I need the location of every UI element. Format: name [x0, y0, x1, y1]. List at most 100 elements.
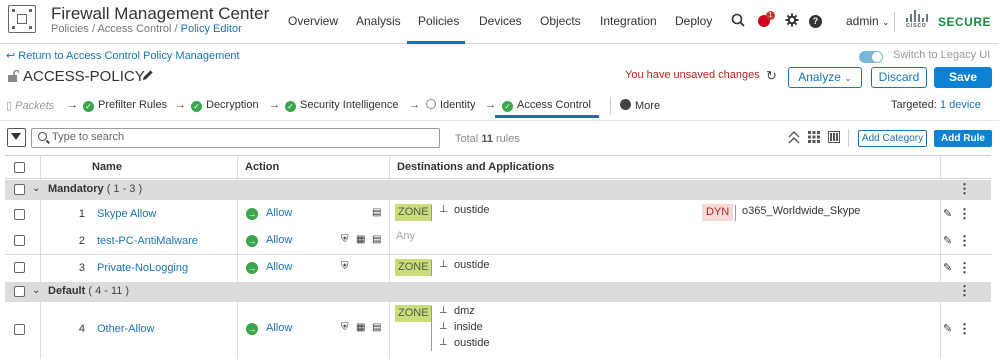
- row-checkbox[interactable]: [14, 235, 25, 246]
- file-policy-icon[interactable]: ▦: [356, 322, 365, 333]
- arrow-right-icon: →: [409, 99, 420, 111]
- pencil-icon[interactable]: ✎: [943, 207, 952, 220]
- step-prefilter-rules[interactable]: ✓ Prefilter Rules: [83, 99, 167, 112]
- kebab-menu-icon[interactable]: ⋮: [958, 260, 971, 276]
- action-label[interactable]: Allow: [266, 207, 292, 219]
- rule-name[interactable]: test-PC-AntiMalware: [97, 235, 198, 247]
- rule-name[interactable]: Other-Allow: [97, 323, 154, 335]
- kebab-menu-icon[interactable]: ⋮: [958, 206, 971, 222]
- table-row[interactable]: 2 test-PC-AntiMalware → Allow ⛨ ▦ ▤ Any …: [5, 228, 991, 254]
- search-icon[interactable]: [731, 13, 745, 30]
- gear-icon[interactable]: [785, 13, 799, 30]
- alert-count-badge: 1: [766, 11, 775, 20]
- shield-icon[interactable]: ⛨: [341, 261, 349, 272]
- fmc-app-icon[interactable]: [8, 5, 36, 33]
- pencil-icon[interactable]: [142, 69, 154, 84]
- breadcrumb-access-control[interactable]: Access Control: [97, 23, 171, 35]
- section-checkbox[interactable]: [14, 286, 25, 297]
- breadcrumb-policy-editor[interactable]: Policy Editor: [181, 23, 242, 35]
- divider: [431, 306, 432, 351]
- kebab-menu-icon[interactable]: ⋮: [958, 321, 971, 337]
- action-label[interactable]: Allow: [266, 234, 292, 246]
- table-row[interactable]: 3 Private-NoLogging → Allow ⛨ ZONE ⊥ ous…: [5, 255, 991, 281]
- check-icon: ✓: [502, 101, 513, 112]
- column-name[interactable]: Name: [92, 161, 122, 173]
- total-suffix: rules: [496, 133, 520, 145]
- section-mandatory[interactable]: ⌄ Mandatory ( 1 - 3 ) ⋮: [5, 180, 991, 200]
- step-packets[interactable]: ▯ Packets: [6, 99, 54, 112]
- collapse-all-icon[interactable]: [788, 131, 800, 147]
- legacy-ui-toggle[interactable]: [859, 51, 883, 63]
- section-label: Mandatory ( 1 - 3 ): [48, 183, 142, 195]
- zone-tag: ZONE: [395, 204, 432, 221]
- pencil-icon[interactable]: ✎: [943, 322, 952, 335]
- select-all-checkbox[interactable]: [14, 162, 25, 173]
- zone-tag: ZONE: [395, 305, 432, 322]
- tab-objects[interactable]: Objects: [540, 14, 581, 28]
- add-rule-button[interactable]: Add Rule: [934, 130, 992, 147]
- breadcrumb-policies[interactable]: Policies: [51, 23, 89, 35]
- step-identity[interactable]: Identity: [426, 99, 475, 111]
- active-step-indicator: [495, 115, 599, 118]
- row-checkbox[interactable]: [14, 209, 25, 220]
- arrow-right-icon: →: [175, 99, 186, 111]
- user-menu[interactable]: admin ⌄: [846, 14, 890, 28]
- table-row[interactable]: 1 Skype Allow → Allow ▤ ZONE ⊥ oustide D…: [5, 201, 991, 228]
- tab-devices[interactable]: Devices: [479, 14, 522, 28]
- refresh-icon[interactable]: ↻: [766, 68, 777, 84]
- search-input[interactable]: [52, 131, 432, 143]
- step-label: Packets: [15, 100, 55, 112]
- tab-analysis[interactable]: Analysis: [356, 14, 401, 28]
- step-access-control[interactable]: ✓ Access Control: [502, 99, 591, 112]
- shield-icon[interactable]: ⛨: [341, 322, 349, 333]
- pencil-icon[interactable]: ✎: [943, 234, 952, 247]
- destination-network: dmz: [454, 305, 475, 317]
- chevron-down-icon: ⌄: [882, 17, 890, 27]
- step-security-intelligence[interactable]: ✓ Security Intelligence: [285, 99, 398, 112]
- section-default[interactable]: ⌄ Default ( 4 - 11 ) ⋮: [5, 282, 991, 302]
- step-label: Identity: [440, 99, 476, 111]
- log-icon[interactable]: ▤: [372, 322, 381, 333]
- divider: [735, 205, 736, 221]
- step-more[interactable]: More: [620, 99, 660, 112]
- rule-name[interactable]: Skype Allow: [97, 208, 156, 220]
- pencil-icon[interactable]: ✎: [943, 261, 952, 274]
- allow-arrow-icon: →: [246, 262, 258, 274]
- kebab-menu-icon[interactable]: ⋮: [958, 233, 971, 249]
- file-policy-icon[interactable]: ▦: [356, 234, 365, 245]
- shield-icon[interactable]: ⛨: [341, 234, 349, 245]
- column-destinations[interactable]: Destinations and Applications: [397, 161, 554, 173]
- tab-deploy[interactable]: Deploy: [675, 14, 712, 28]
- filter-icon[interactable]: [7, 128, 26, 147]
- column-action[interactable]: Action: [245, 161, 279, 173]
- chevron-down-icon[interactable]: ⌄: [32, 183, 40, 194]
- row-checkbox[interactable]: [14, 324, 25, 335]
- row-checkbox[interactable]: [14, 262, 25, 273]
- add-category-button[interactable]: Add Category: [858, 130, 927, 147]
- section-checkbox[interactable]: [14, 184, 25, 195]
- return-link[interactable]: ↩ Return to Access Control Policy Manage…: [6, 49, 240, 62]
- discard-button[interactable]: Discard: [871, 67, 927, 88]
- total-count: 11: [481, 133, 493, 145]
- tab-overview[interactable]: Overview: [288, 14, 338, 28]
- rule-name[interactable]: Private-NoLogging: [97, 262, 188, 274]
- help-icon[interactable]: ?: [809, 15, 822, 28]
- section-label: Default ( 4 - 11 ): [48, 285, 129, 297]
- table-row[interactable]: 4 Other-Allow → Allow ⛨ ▦ ▤ ZONE ⊥ dmz ⊥…: [5, 303, 991, 359]
- save-button[interactable]: Save: [934, 67, 992, 88]
- grid-view-icon[interactable]: [808, 131, 820, 146]
- log-icon[interactable]: ▤: [372, 207, 381, 218]
- tab-policies[interactable]: Policies: [418, 14, 459, 28]
- log-icon[interactable]: ▤: [372, 234, 381, 245]
- divider: [431, 260, 432, 276]
- chevron-down-icon[interactable]: ⌄: [32, 285, 40, 296]
- step-decryption[interactable]: ✓ Decryption: [191, 99, 259, 112]
- analyze-button[interactable]: Analyze ⌄: [788, 67, 862, 88]
- action-label[interactable]: Allow: [266, 261, 292, 273]
- action-label[interactable]: Allow: [266, 322, 292, 334]
- kebab-menu-icon[interactable]: ⋮: [958, 181, 971, 197]
- kebab-menu-icon[interactable]: ⋮: [958, 283, 971, 299]
- columns-icon[interactable]: [828, 131, 840, 146]
- tab-integration[interactable]: Integration: [600, 14, 657, 28]
- targeted-devices-link[interactable]: 1 device: [940, 99, 981, 111]
